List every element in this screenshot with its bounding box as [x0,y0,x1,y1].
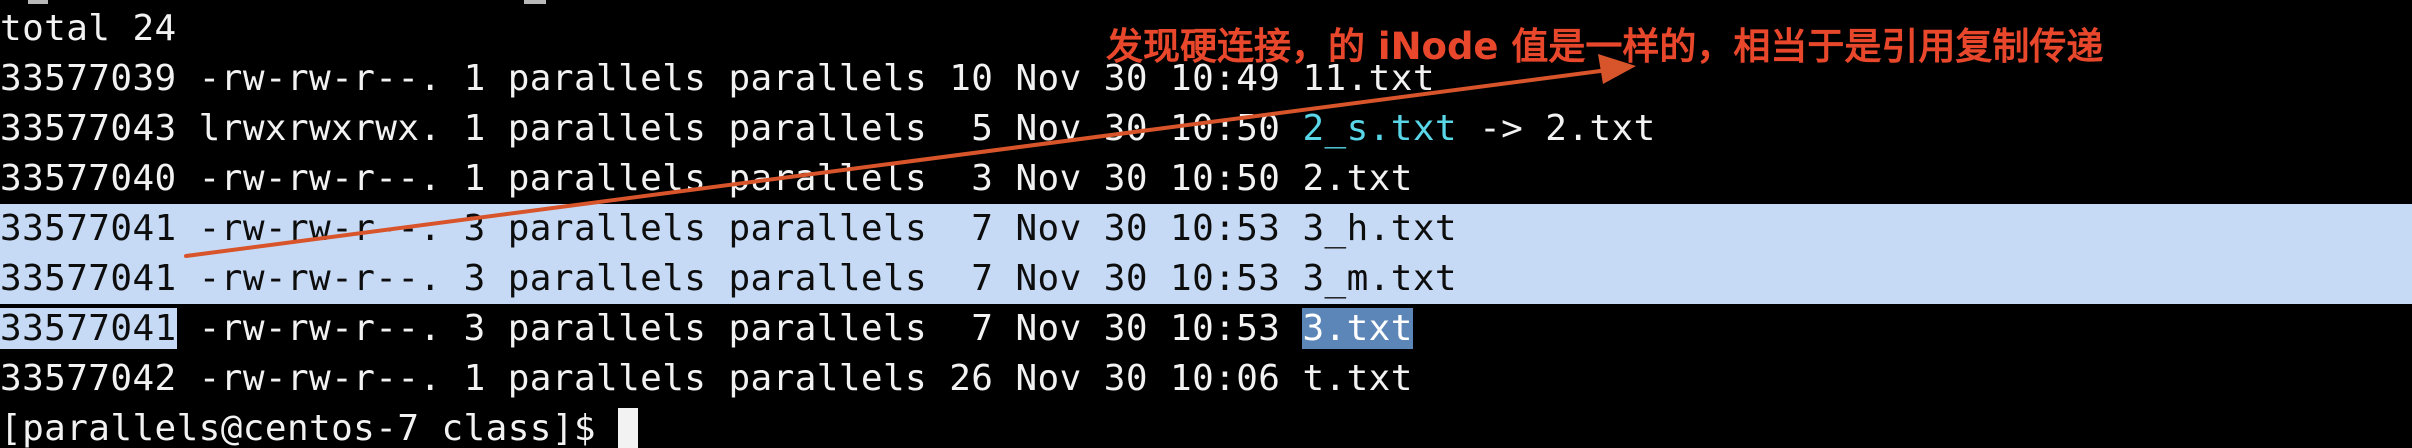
listing-row: 33577043 lrwxrwxrwx. 1 parallels paralle… [0,104,2412,154]
group: parallels [728,108,928,149]
listing-row-selected: 33577041 -rw-rw-r--. 3 parallels paralle… [0,204,2412,254]
file-size: 10 [949,58,994,99]
link-count: 1 [463,108,486,149]
time: 10:50 [1170,108,1281,149]
listing-row: 33577040 -rw-rw-r--. 1 parallels paralle… [0,154,2412,204]
symlink-name: 2_s.txt [1302,108,1457,149]
group: parallels [728,308,928,349]
owner: parallels [507,158,707,199]
file-name-selected: 3.txt [1302,308,1413,349]
file-size: 26 [949,358,994,399]
group: parallels [728,208,928,249]
link-count: 1 [463,358,486,399]
prompt-text: [parallels@centos-7 class]$ [0,408,596,448]
group: parallels [728,58,928,99]
file-name: t.txt [1302,358,1413,399]
listing-row: 33577042 -rw-rw-r--. 1 parallels paralle… [0,354,2412,404]
file-size: 7 [971,308,994,349]
month: Nov [1015,358,1082,399]
time: 10:53 [1170,308,1281,349]
day: 30 [1103,358,1148,399]
command-prompt[interactable]: [parallels@centos-7 class]$ [0,404,2412,448]
group: parallels [728,258,928,299]
inode-value: 33577041 [0,308,177,349]
permissions: -rw-rw-r--. [198,258,442,299]
owner: parallels [507,308,707,349]
day: 30 [1103,108,1148,149]
owner: parallels [507,258,707,299]
owner: parallels [507,108,707,149]
group: parallels [728,158,928,199]
file-size: 3 [971,158,994,199]
permissions: lrwxrwxrwx. [198,108,442,149]
file-name: 2.txt [1302,158,1413,199]
terminal-window[interactable]: total 24 33577039 -rw-rw-r--. 1 parallel… [0,0,2412,448]
link-count: 1 [463,158,486,199]
file-name: 3_h.txt [1302,208,1457,249]
inode-value: 33577042 [0,358,177,399]
inode-value: 33577041 [0,258,177,299]
permissions: -rw-rw-r--. [198,158,442,199]
day: 30 [1103,308,1148,349]
symlink-target: 2.txt [1545,108,1656,149]
inode-value: 33577039 [0,58,177,99]
inode-value: 33577040 [0,158,177,199]
link-count: 1 [463,58,486,99]
month: Nov [1015,258,1082,299]
file-name: 3_m.txt [1302,258,1457,299]
time: 10:53 [1170,258,1281,299]
link-count: 3 [463,208,486,249]
permissions: -rw-rw-r--. [198,358,442,399]
month: Nov [1015,308,1082,349]
day: 30 [1103,158,1148,199]
day: 30 [1103,258,1148,299]
month: Nov [1015,208,1082,249]
file-size: 7 [971,208,994,249]
inode-value: 33577043 [0,108,177,149]
time: 10:50 [1170,158,1281,199]
link-count: 3 [463,258,486,299]
owner: parallels [507,58,707,99]
inode-value: 33577041 [0,208,177,249]
symlink-arrow: -> [1479,108,1524,149]
month: Nov [1015,158,1082,199]
permissions: -rw-rw-r--. [198,208,442,249]
listing-row-partial-selection: 33577041 -rw-rw-r--. 3 parallels paralle… [0,304,2412,354]
link-count: 3 [463,308,486,349]
day: 30 [1103,208,1148,249]
owner: parallels [507,208,707,249]
month: Nov [1015,108,1082,149]
time: 10:06 [1170,358,1281,399]
owner: parallels [507,358,707,399]
permissions: -rw-rw-r--. [198,58,442,99]
time: 10:53 [1170,208,1281,249]
permissions: -rw-rw-r--. [198,308,442,349]
listing-row-selected: 33577041 -rw-rw-r--. 3 parallels paralle… [0,254,2412,304]
month: Nov [1015,58,1082,99]
text-cursor [618,408,638,448]
annotation-label: 发现硬连接，的 iNode 值是一样的，相当于是引用复制传递 [1106,25,2104,68]
file-size: 5 [971,108,994,149]
file-size: 7 [971,258,994,299]
group: parallels [728,358,928,399]
